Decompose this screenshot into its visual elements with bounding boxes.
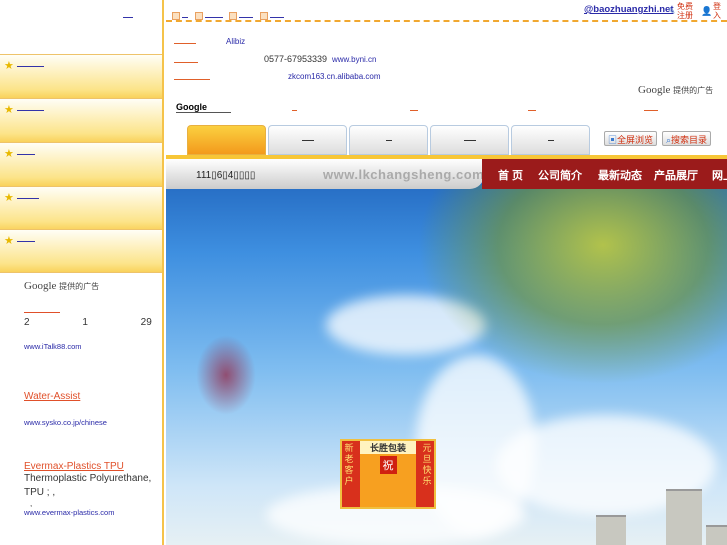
star-icon: ★ <box>4 192 14 204</box>
google-ads: Google 提供的广告 2 1 29 www.iTalk88.com Wate… <box>24 280 154 517</box>
top-links[interactable] <box>172 10 284 20</box>
star-icon: ★ <box>4 148 14 160</box>
info-label-2 <box>174 62 198 63</box>
alibiz-link[interactable]: Alibiz <box>226 37 245 46</box>
ad-link-4 <box>644 110 658 111</box>
ad2-url[interactable]: www.sysko.co.jp/chinese <box>24 418 154 427</box>
fullscreen-icon: ▣ <box>608 135 618 145</box>
user-icon: 👤 <box>701 6 713 16</box>
badge-left-text: 新老客户 <box>344 443 354 486</box>
banner-site: www.lkchangsheng.com <box>323 167 485 182</box>
ad3-url[interactable]: www.evermax-plastics.com <box>24 508 154 517</box>
google-ads-logo: Google 提供的广告 <box>638 84 714 96</box>
calendar-icon <box>172 11 180 20</box>
login-link[interactable]: 登入 <box>713 2 723 20</box>
ad-link-3 <box>528 110 536 111</box>
badge-right-text: 元旦快乐 <box>422 443 432 486</box>
nav-products[interactable]: 产品展厅 <box>654 167 698 183</box>
sidebar-top-link[interactable] <box>123 10 133 18</box>
pencil-icon: ✎ <box>668 6 676 16</box>
sidebar-item-1[interactable]: ★ <box>0 54 162 98</box>
ad-link-1 <box>292 110 297 111</box>
left-sidebar: ★ ★ ★ ★ ★ Google 提供的广告 2 1 29 www.iTalk8… <box>0 0 164 545</box>
calendar-icon <box>194 11 203 20</box>
tab-2[interactable] <box>268 125 347 155</box>
ad-link-2 <box>410 110 418 111</box>
search-directory-button[interactable]: ⌕搜索目录 <box>662 131 712 146</box>
ad1-url[interactable]: www.iTalk88.com <box>24 342 154 351</box>
fullscreen-button[interactable]: ▣全屏浏览 <box>604 131 658 146</box>
star-icon: ★ <box>4 104 14 116</box>
new-year-badge: 新老客户 长胜包装 祝 元旦快乐 <box>340 439 436 509</box>
tree-image <box>417 185 727 385</box>
nav-about[interactable]: 公司简介 <box>538 167 582 183</box>
main-content: @baozhuangzhi.net ✎ 免费注册 👤 登入 Alibiz 057… <box>166 0 727 545</box>
ad3-extra: , <box>30 499 33 508</box>
tab-1[interactable] <box>187 125 266 155</box>
google-search-link[interactable]: Google <box>176 102 231 113</box>
banner-info-box: 111▯6▯4▯▯▯▯ www.lkchangsheng.com <box>166 159 484 189</box>
star-icon: ★ <box>4 60 14 72</box>
sidebar-item-3[interactable]: ★ <box>0 142 162 186</box>
badge-title: 长胜包装 <box>360 441 416 454</box>
shop-url[interactable]: zkcom163.cn.alibaba.com <box>288 72 381 81</box>
ad3-title[interactable]: Evermax-Plastics TPU <box>24 461 154 472</box>
nav-news[interactable]: 最新动态 <box>598 167 642 183</box>
calendar-icon <box>229 11 238 20</box>
phone-url[interactable]: www.byni.cn <box>332 55 376 64</box>
banner-nav: 首 页 公司简介 最新动态 产品展厅 网上 <box>482 159 727 189</box>
google-ads-logo: Google 提供的广告 <box>24 280 100 292</box>
info-label-1 <box>174 43 196 44</box>
sidebar-item-2[interactable]: ★ <box>0 98 162 142</box>
nav-home[interactable]: 首 页 <box>498 167 523 183</box>
ad2-title[interactable]: Water-Assist <box>24 391 154 402</box>
tab-3[interactable] <box>349 125 428 155</box>
info-label-3 <box>174 79 210 80</box>
banner-date: 111▯6▯4▯▯▯▯ <box>196 170 256 181</box>
email-link[interactable]: @baozhuangzhi.net <box>566 4 673 15</box>
register-link[interactable]: 免费注册 <box>677 2 697 20</box>
badge-center: 祝 <box>379 456 397 474</box>
phone: 0577-67953339 <box>264 54 328 64</box>
star-icon: ★ <box>4 235 14 247</box>
sidebar-item-4[interactable]: ★ <box>0 186 162 230</box>
ad1-text: 2 1 29 <box>24 317 152 328</box>
tab-5[interactable] <box>511 125 590 155</box>
sidebar-item-5[interactable]: ★ <box>0 229 162 273</box>
ad3-body: Thermoplastic Polyurethane, TPU ; , <box>24 473 152 498</box>
calendar-icon <box>259 11 268 20</box>
tab-4[interactable] <box>430 125 509 155</box>
red-leaves-image <box>196 335 256 415</box>
ad1-title[interactable] <box>24 312 60 313</box>
nav-online[interactable]: 网上 <box>712 167 727 183</box>
banner: 111▯6▯4▯▯▯▯ www.lkchangsheng.com 首 页 公司简… <box>166 155 727 545</box>
top-bar: @baozhuangzhi.net ✎ 免费注册 👤 登入 <box>166 0 727 22</box>
